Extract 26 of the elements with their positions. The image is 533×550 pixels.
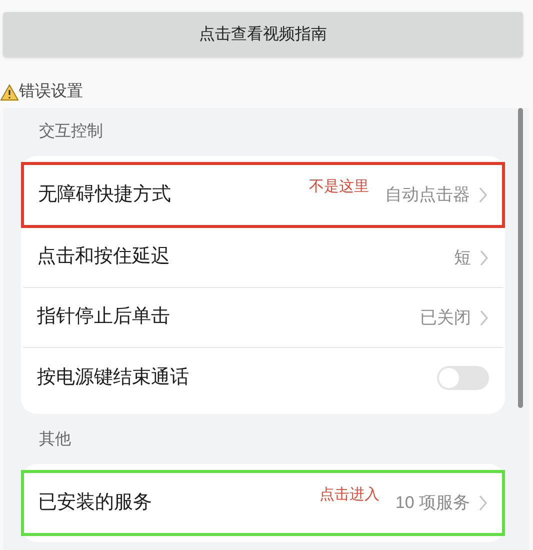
chevron-right-icon bbox=[479, 308, 489, 326]
setting-label: 点击和按住延迟 bbox=[37, 245, 170, 270]
setting-row[interactable]: 点击和按住延迟 短 bbox=[23, 228, 503, 288]
setting-value: 已关闭 bbox=[420, 306, 471, 329]
chevron-right-icon bbox=[478, 186, 488, 204]
video-guide-button[interactable]: 点击查看视频指南 bbox=[3, 12, 523, 57]
setting-value: 短 bbox=[454, 246, 471, 269]
setting-label: 按电源键结束通话 bbox=[37, 366, 189, 390]
setting-value: 10 项服务 bbox=[395, 492, 470, 514]
setting-label: 已安装的服务 bbox=[38, 490, 152, 515]
setting-value: 自动点击器 bbox=[385, 184, 470, 206]
warning-icon bbox=[0, 84, 19, 100]
chevron-right-icon bbox=[479, 248, 489, 266]
section-title: 交互控制 bbox=[39, 122, 103, 142]
annotation-frame[interactable]: 无障碍快捷方式 不是这里 自动点击器 bbox=[21, 162, 505, 228]
setting-row[interactable]: 指针停止后单击 已关闭 bbox=[23, 288, 503, 348]
annotation-frame[interactable]: 已安装的服务 点击进入 10 项服务 bbox=[21, 470, 505, 536]
setting-label: 指针停止后单击 bbox=[37, 305, 170, 330]
setting-label: 无障碍快捷方式 bbox=[38, 182, 171, 207]
warning-label: 错误设置 bbox=[19, 82, 83, 102]
toggle-switch[interactable] bbox=[437, 366, 489, 390]
setting-row[interactable]: 按电源键结束通话 bbox=[23, 348, 503, 408]
chevron-right-icon bbox=[478, 494, 488, 512]
section-title: 其他 bbox=[39, 430, 71, 450]
annotation-note: 点击进入 bbox=[319, 484, 380, 505]
annotation-note: 不是这里 bbox=[309, 176, 369, 197]
